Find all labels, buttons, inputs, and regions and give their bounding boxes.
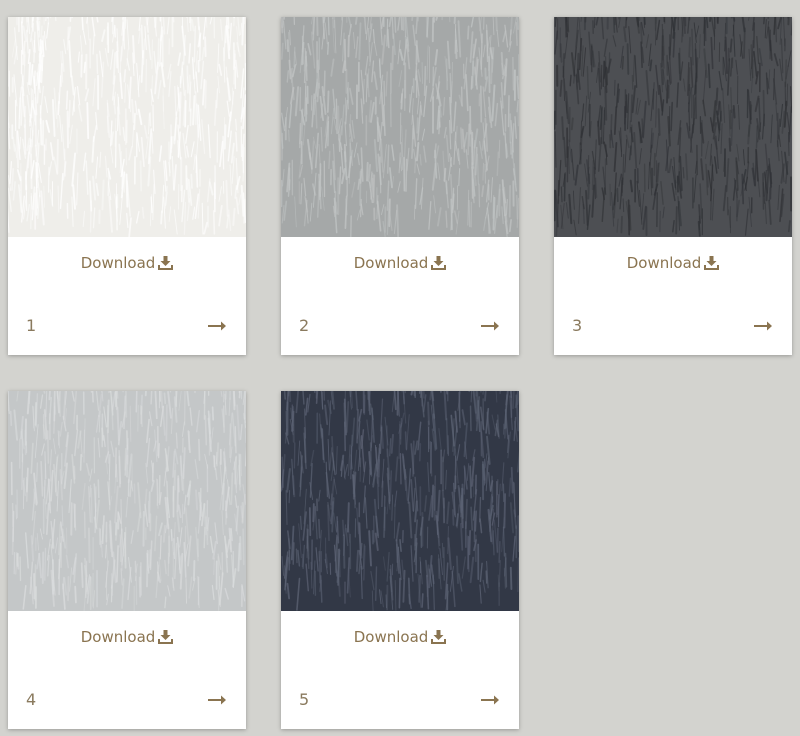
download-label: Download	[353, 254, 429, 272]
arrow-right-icon[interactable]	[206, 317, 228, 335]
swatch-grid: Download 1 Download 2 Download 3 Downloa…	[0, 0, 800, 736]
download-label: Download	[353, 628, 429, 646]
swatch-image[interactable]	[8, 391, 246, 611]
download-link[interactable]: Download	[554, 253, 792, 275]
swatch-card-5[interactable]: Download 5	[281, 391, 519, 729]
download-link[interactable]: Download	[8, 253, 246, 275]
swatch-image[interactable]	[281, 17, 519, 237]
download-icon	[158, 629, 174, 649]
swatch-image[interactable]	[8, 17, 246, 237]
download-link[interactable]: Download	[281, 253, 519, 275]
download-icon	[431, 255, 447, 275]
swatch-card-3[interactable]: Download 3	[554, 17, 792, 355]
download-icon	[158, 255, 174, 275]
swatch-card-4[interactable]: Download 4	[8, 391, 246, 729]
arrow-right-icon[interactable]	[752, 317, 774, 335]
swatch-card-1[interactable]: Download 1	[8, 17, 246, 355]
download-icon	[704, 255, 720, 275]
arrow-right-icon[interactable]	[479, 691, 501, 709]
swatch-number: 4	[26, 690, 37, 709]
arrow-right-icon[interactable]	[479, 317, 501, 335]
swatch-number: 5	[299, 690, 310, 709]
swatch-card-2[interactable]: Download 2	[281, 17, 519, 355]
swatch-number: 2	[299, 316, 310, 335]
download-label: Download	[80, 628, 156, 646]
swatch-image[interactable]	[281, 391, 519, 611]
swatch-number: 3	[572, 316, 583, 335]
download-label: Download	[626, 254, 702, 272]
download-link[interactable]: Download	[8, 627, 246, 649]
download-link[interactable]: Download	[281, 627, 519, 649]
download-icon	[431, 629, 447, 649]
swatch-image[interactable]	[554, 17, 792, 237]
swatch-number: 1	[26, 316, 37, 335]
download-label: Download	[80, 254, 156, 272]
arrow-right-icon[interactable]	[206, 691, 228, 709]
